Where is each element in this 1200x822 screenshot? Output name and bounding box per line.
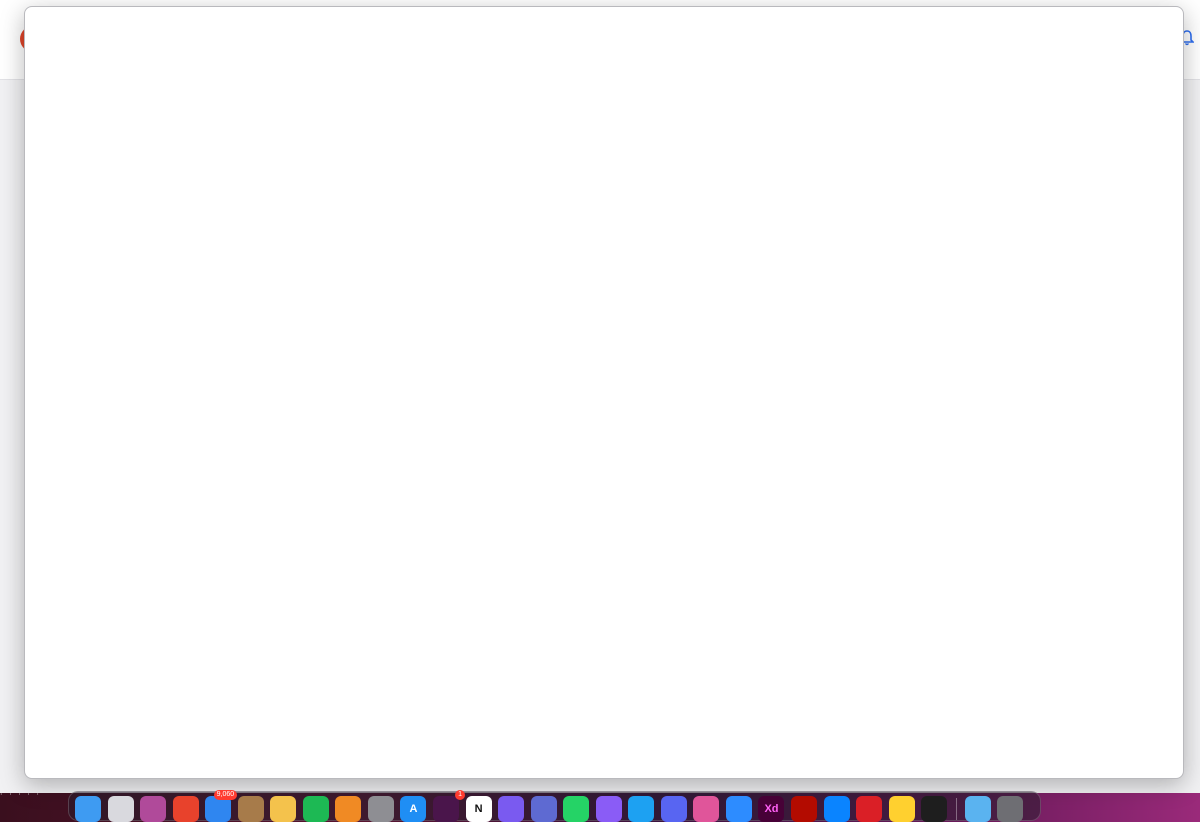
photos-icon[interactable] — [270, 796, 297, 822]
affinity-icon[interactable] — [140, 796, 167, 822]
adobe-xd-icon[interactable]: Xd — [758, 796, 785, 822]
twitter-icon[interactable] — [628, 796, 655, 822]
folder-icon[interactable] — [964, 796, 991, 822]
finder-icon[interactable] — [75, 796, 101, 822]
obsidian-icon[interactable] — [498, 796, 525, 822]
discord-icon[interactable] — [660, 796, 687, 822]
mail-icon[interactable]: 9,060 — [205, 790, 238, 822]
adobe-xd-glyph: Xd — [764, 803, 779, 815]
dock-separator — [955, 798, 957, 820]
miro-icon[interactable] — [888, 796, 915, 822]
whatsapp-icon[interactable] — [563, 796, 590, 822]
app-store-glyph: A — [409, 803, 418, 815]
mail-badge: 9,060 — [213, 790, 238, 800]
creative-cloud-icon[interactable] — [856, 796, 883, 822]
messenger-icon[interactable] — [595, 796, 622, 822]
app-store-icon[interactable]: A — [400, 796, 427, 822]
notes-app-icon[interactable] — [237, 796, 264, 822]
dock: 9,060 A 1 N Xd — [68, 790, 1041, 822]
books-icon[interactable] — [335, 796, 362, 822]
slack-icon[interactable]: 1 — [433, 790, 466, 822]
launchpad-icon[interactable] — [107, 796, 134, 822]
background-footer-text: · · · · · — [0, 790, 41, 799]
spotify-icon[interactable] — [302, 796, 329, 822]
modal-dialog[interactable] — [24, 6, 1184, 779]
notion-icon[interactable]: N — [465, 796, 492, 822]
gear-icon[interactable] — [367, 796, 394, 822]
arc-browser-icon[interactable] — [693, 796, 720, 822]
framer-icon[interactable] — [823, 796, 850, 822]
acrobat-icon[interactable] — [791, 796, 818, 822]
calendar-icon[interactable] — [172, 796, 199, 822]
zoom-icon[interactable] — [725, 796, 752, 822]
trash-icon[interactable] — [997, 796, 1024, 822]
notion-glyph: N — [474, 803, 483, 815]
slack-badge: 1 — [455, 790, 466, 800]
figma-icon[interactable] — [921, 796, 948, 822]
linear-icon[interactable] — [530, 796, 557, 822]
